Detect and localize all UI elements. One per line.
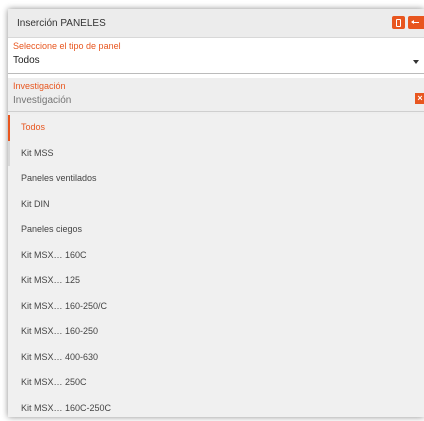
- option-item[interactable]: Kit MSX… 160-250: [8, 319, 424, 345]
- option-item[interactable]: Kit MSX… 250C: [8, 370, 424, 396]
- option-item[interactable]: Paneles ventilados: [8, 166, 424, 192]
- close-icon[interactable]: ×: [415, 93, 424, 104]
- paneles-dialog: Inserción PANELES Seleccione el tipo de …: [8, 9, 424, 417]
- panel-type-label: Seleccione el tipo de panel: [13, 41, 121, 51]
- panel-type-options: TodosKit MSSPaneles ventiladosKit DINPan…: [8, 115, 424, 417]
- option-item[interactable]: Kit MSX… 160C: [8, 243, 424, 269]
- title-bar: Inserción PANELES: [8, 9, 424, 38]
- search-input[interactable]: [13, 92, 408, 108]
- option-item[interactable]: Kit MSS: [8, 141, 424, 167]
- chevron-down-icon[interactable]: [413, 60, 419, 64]
- dialog-title: Inserción PANELES: [17, 18, 106, 29]
- pin-icon[interactable]: [392, 16, 405, 29]
- panel-type-value[interactable]: Todos: [13, 55, 40, 66]
- option-item[interactable]: Todos: [8, 115, 424, 141]
- field-underline: [8, 73, 424, 74]
- option-item[interactable]: Paneles ciegos: [8, 217, 424, 243]
- option-item[interactable]: Kit MSX… 160C-250C: [8, 396, 424, 421]
- search-label: Investigación: [13, 81, 66, 91]
- search-field: Investigación ×: [8, 78, 424, 114]
- field-underline: [8, 111, 424, 112]
- option-item[interactable]: Kit DIN: [8, 192, 424, 218]
- option-item[interactable]: Kit MSX… 160-250/C: [8, 294, 424, 320]
- collapse-left-icon[interactable]: [408, 16, 424, 29]
- option-item[interactable]: Kit MSX… 125: [8, 268, 424, 294]
- panel-type-select[interactable]: Seleccione el tipo de panel Todos: [8, 38, 424, 78]
- option-item[interactable]: Kit MSX… 400-630: [8, 345, 424, 371]
